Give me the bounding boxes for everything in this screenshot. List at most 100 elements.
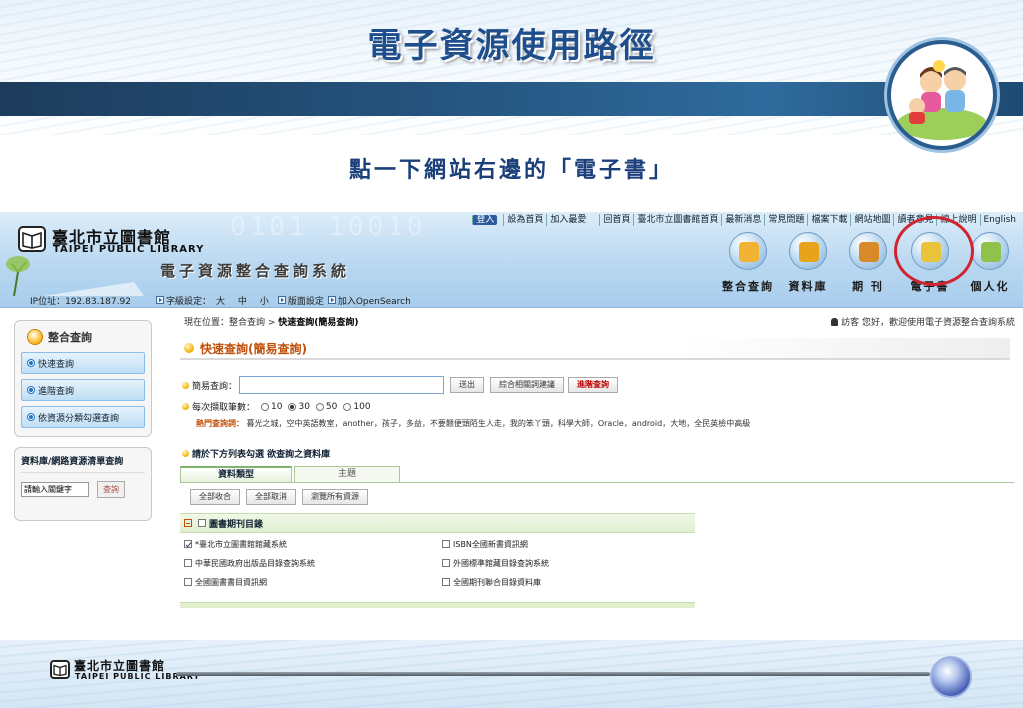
count-option-label: 30 — [298, 401, 310, 412]
top-link-homepage[interactable]: 設為首頁 — [503, 214, 546, 226]
sidebar-item-label: 依資源分類勾選查詢 — [38, 413, 120, 424]
search-icon — [27, 329, 43, 345]
db-list-search-card: 資料庫/網路資源清單查詢 查詢 — [14, 447, 152, 521]
user-icon — [831, 318, 839, 326]
ip-address: IP位址：192.83.187.92 — [30, 296, 131, 307]
database-checkbox[interactable] — [442, 578, 450, 586]
nav-journal[interactable]: 期 刊 — [840, 232, 896, 294]
count-radio-10[interactable] — [261, 402, 270, 411]
nav-label: 整合查詢 — [722, 280, 774, 293]
sidebar-title: 整合查詢 — [21, 327, 145, 347]
arrow-right-icon — [327, 296, 336, 304]
personal-puzzle-icon — [971, 232, 1009, 270]
sidebar-item-quick-search[interactable]: 快速查詢 — [21, 352, 145, 374]
database-label: *臺北市立圖書館館藏系統 — [195, 540, 287, 549]
count-option-label: 10 — [271, 401, 283, 412]
sidebar-item-category-search[interactable]: 依資源分類勾選查詢 — [21, 406, 145, 428]
arrow-right-icon — [156, 296, 164, 304]
nav-glyph — [799, 242, 819, 262]
database-checkbox[interactable] — [442, 540, 450, 548]
footer-orb-icon — [930, 656, 972, 698]
top-link-favorite[interactable]: 加入最愛 — [546, 214, 589, 226]
database-item[interactable]: 全國期刊聯合目錄資料庫 — [442, 577, 700, 588]
hot-terms-list[interactable]: 暮光之城，空中英語教室，another，孩子，多益，不要餵便頭陌生人走，我的笨丫… — [247, 419, 751, 428]
section-title-text: 快速查詢(簡易查詢) — [200, 341, 307, 356]
collapse-icon[interactable] — [184, 519, 192, 527]
database-checkbox[interactable] — [184, 578, 192, 586]
database-checkbox[interactable] — [442, 559, 450, 567]
login-button[interactable]: 登入 — [472, 215, 498, 225]
header-tree-decoration — [6, 256, 144, 296]
nav-database[interactable]: 資料庫 — [780, 232, 836, 294]
sidebar-item-advanced-search[interactable]: 進階查詢 — [21, 379, 145, 401]
count-radio-30[interactable] — [288, 402, 297, 411]
database-item[interactable]: 中華民國政府出版品目錄查詢系統 — [184, 558, 442, 569]
font-setting-label: 字級設定： — [166, 296, 212, 307]
journal-books-icon — [849, 232, 887, 270]
nav-label: 個人化 — [970, 280, 1010, 293]
font-size-large[interactable]: 大 — [216, 297, 225, 307]
greeting-text: 訪客 您好，歡迎使用電子資源整合查詢系統 — [841, 318, 1015, 328]
font-size-medium[interactable]: 中 — [238, 297, 247, 307]
top-link-english[interactable]: English — [979, 214, 1020, 226]
site-header: 0101 10010 臺北市立圖書館 TAIPEI PUBLIC LIBRARY… — [0, 212, 1023, 308]
database-checkbox[interactable] — [184, 559, 192, 567]
top-link-faq[interactable]: 常見問題 — [764, 214, 807, 226]
submit-button[interactable]: 送出 — [450, 377, 485, 393]
ebook-highlight-circle — [894, 216, 974, 286]
bullet-icon — [28, 387, 34, 393]
top-link-sitemap[interactable]: 網站地圖 — [850, 214, 893, 226]
uncheck-all-button[interactable]: 全部取消 — [246, 489, 296, 505]
main-content: 現在位置：整合查詢 > 快速查詢(簡易查詢) 訪客 您好，歡迎使用電子資源整合查… — [176, 312, 1023, 610]
count-label: 每次擷取筆數： — [192, 403, 256, 413]
db-keyword-input[interactable] — [21, 482, 89, 497]
related-terms-button[interactable]: 綜合相關詞建議 — [490, 377, 565, 393]
nav-integrated-search[interactable]: 整合查詢 — [720, 232, 776, 294]
nav-glyph — [981, 242, 1001, 262]
top-link-library-home[interactable]: 臺北市立圖書館首頁 — [633, 214, 721, 226]
ip-settings-bar: IP位址：192.83.187.92 字級設定： 大 中 小 版面設定 加入Op… — [0, 292, 420, 308]
search-globe-icon — [729, 232, 767, 270]
database-label: 全國期刊聯合目錄資料庫 — [453, 578, 541, 587]
database-item[interactable]: *臺北市立圖書館館藏系統 — [184, 539, 442, 550]
collapse-all-button[interactable]: 全部收合 — [190, 489, 240, 505]
bullet-ball-icon — [182, 403, 189, 410]
bullet-icon — [28, 414, 34, 420]
browse-all-button[interactable]: 瀏覽所有資源 — [302, 489, 368, 505]
database-item[interactable]: ISBN全國新書資訊網 — [442, 539, 700, 550]
sidebar-item-label: 進階查詢 — [38, 386, 75, 397]
database-item[interactable]: 全國圖書書目資訊網 — [184, 577, 442, 588]
nav-glyph — [859, 242, 879, 262]
tab-subject[interactable]: 主題 — [294, 466, 400, 482]
database-label: 中華民國政府出版品目錄查詢系統 — [195, 559, 315, 568]
website-screenshot: 0101 10010 臺北市立圖書館 TAIPEI PUBLIC LIBRARY… — [0, 212, 1023, 610]
simple-search-input[interactable] — [239, 376, 445, 394]
select-prompt-row: 請於下方列表勾選 欲查詢之資料庫 — [182, 447, 1023, 460]
bullet-icon — [28, 360, 34, 366]
breadcrumb-current: 快速查詢(簡易查詢) — [278, 318, 359, 328]
count-radio-50[interactable] — [315, 402, 324, 411]
top-link-home[interactable]: 回首頁 — [599, 214, 633, 226]
database-checkbox[interactable] — [184, 540, 192, 548]
group-bar-catalog: 圖書期刊目錄 — [180, 513, 695, 533]
top-link-news[interactable]: 最新消息 — [721, 214, 764, 226]
db-search-button[interactable]: 查詢 — [97, 481, 125, 498]
top-link-download[interactable]: 檔案下載 — [807, 214, 850, 226]
breadcrumb-row: 現在位置：整合查詢 > 快速查詢(簡易查詢) 訪客 您好，歡迎使用電子資源整合查… — [176, 312, 1023, 330]
opensearch-link[interactable]: 加入OpenSearch — [338, 294, 411, 307]
database-list: *臺北市立圖書館館藏系統 ISBN全國新書資訊網 中華民國政府出版品目錄查詢系統… — [180, 533, 1014, 588]
font-size-small[interactable]: 小 — [260, 297, 269, 307]
tab-resource-type[interactable]: 資料類型 — [180, 466, 292, 482]
sidebar-item-label: 快速查詢 — [38, 359, 75, 370]
breadcrumb: 現在位置：整合查詢 > 快速查詢(簡易查詢) — [184, 315, 359, 330]
count-radio-100[interactable] — [343, 402, 352, 411]
sidebar: 整合查詢 快速查詢 進階查詢 依資源分類勾選查詢 資料庫/網路資源清單查詢 查詢 — [14, 320, 152, 521]
advanced-search-button[interactable]: 進階查詢 — [568, 377, 619, 393]
select-prompt: 請於下方列表勾選 欲查詢之資料庫 — [192, 450, 331, 460]
count-option-label: 50 — [325, 401, 338, 412]
database-item[interactable]: 外國標準館藏目錄查詢系統 — [442, 558, 700, 569]
count-option-label: 100 — [353, 401, 371, 412]
slide-title-band — [0, 82, 1023, 116]
group-checkbox[interactable] — [198, 519, 206, 527]
layout-setting-link[interactable]: 版面設定 — [288, 294, 324, 307]
